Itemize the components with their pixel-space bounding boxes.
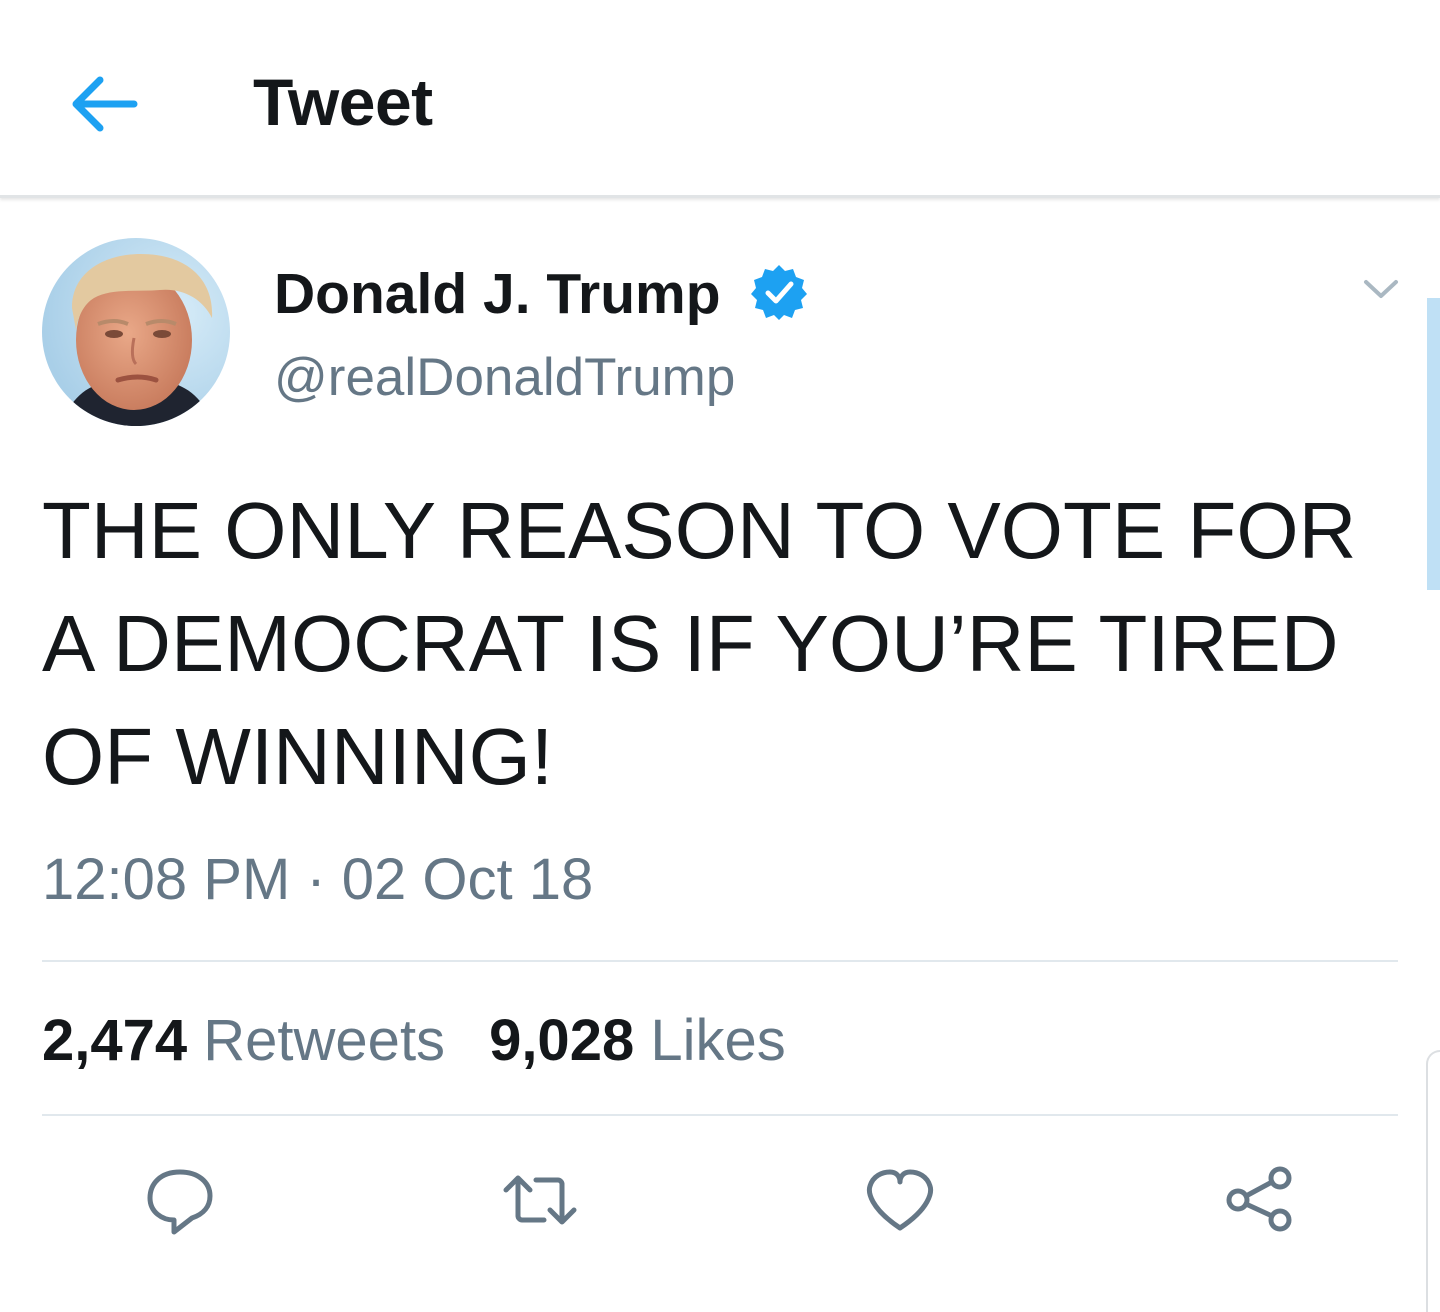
arrow-left-icon — [72, 76, 138, 132]
retweets-label: Retweets — [203, 1008, 446, 1073]
avatar[interactable] — [42, 238, 230, 426]
overlay-card-edge — [1426, 1050, 1440, 1312]
top-app-bar: Tweet — [0, 0, 1440, 198]
retweets-stat[interactable]: 2,474 Retweets — [42, 1006, 445, 1076]
tweet-timestamp: 12:08 PM · 02 Oct 18 — [42, 847, 594, 912]
retweet-button[interactable] — [500, 1160, 580, 1240]
page-title: Tweet — [253, 65, 433, 139]
divider — [42, 1114, 1398, 1116]
chevron-down-icon — [1364, 280, 1398, 298]
tweet-stats: 2,474 Retweets 9,028 Likes — [42, 1006, 786, 1076]
likes-label: Likes — [650, 1008, 786, 1073]
reply-button[interactable] — [140, 1160, 220, 1240]
speech-bubble-icon — [147, 1169, 213, 1235]
author-display-name[interactable]: Donald J. Trump — [274, 262, 721, 326]
heart-icon — [866, 1169, 934, 1231]
retweet-arrows-icon — [503, 1175, 577, 1225]
likes-count: 9,028 — [489, 1008, 635, 1073]
verified-badge-icon — [749, 262, 809, 322]
author-handle[interactable]: @realDonaldTrump — [274, 346, 735, 410]
like-button[interactable] — [860, 1160, 940, 1240]
divider — [42, 960, 1398, 962]
share-button[interactable] — [1220, 1160, 1300, 1240]
profile-photo — [42, 238, 230, 426]
tweet-text: THE ONLY REASON TO VOTE FOR A DEMOCRAT I… — [42, 486, 1357, 801]
likes-stat[interactable]: 9,028 Likes — [489, 1006, 786, 1076]
share-nodes-icon — [1226, 1166, 1292, 1232]
tweet-options-button[interactable] — [1356, 270, 1406, 310]
scrollbar[interactable] — [1427, 298, 1440, 590]
retweets-count: 2,474 — [42, 1008, 188, 1073]
back-button[interactable] — [64, 68, 144, 148]
